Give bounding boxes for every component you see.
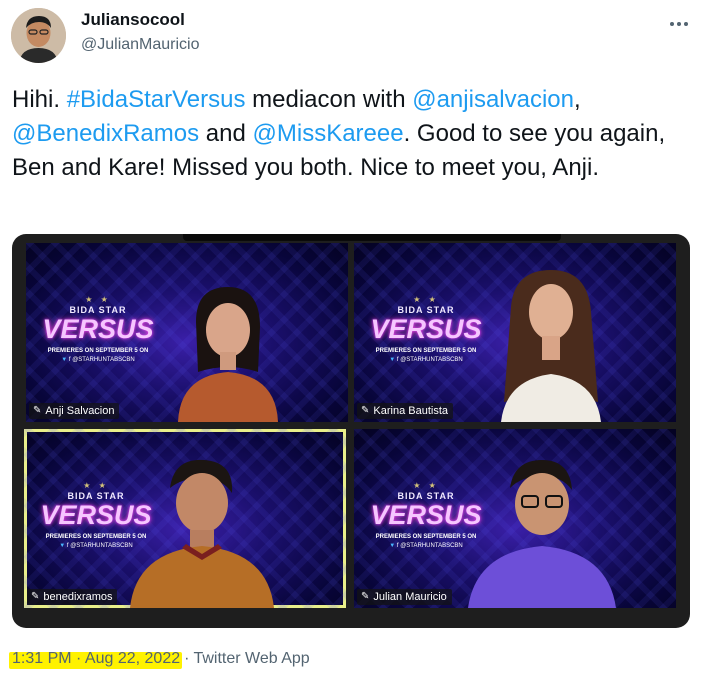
tweet-timestamp[interactable]: 1:31 PM · Aug 22, 2022 <box>8 650 183 669</box>
screen-notch <box>183 234 561 241</box>
participant-label: ✎ benedixramos <box>27 589 118 605</box>
mention-link-misskareee[interactable]: @MissKareee <box>253 120 404 147</box>
logo-premieres: PREMIERES ON SEPTEMBER 5 ON <box>375 348 477 354</box>
more-horizontal-icon <box>669 14 689 32</box>
tweet-text-part: mediacon with <box>245 86 413 113</box>
tweet-media-image[interactable]: ★ ★ BIDA STAR VERSUS PREMIERES ON SEPTEM… <box>12 234 690 628</box>
tweet-text-part: and <box>199 120 253 147</box>
pin-icon: ✎ <box>361 591 370 602</box>
tweet-text-part: Hihi. <box>12 86 67 113</box>
logo-socials: ▼ f @STARHUNTABSCBN <box>389 357 463 363</box>
metadata-separator: · <box>184 650 190 667</box>
logo-social-handle: @STARHUNTABSCBN <box>400 357 463 363</box>
mention-link-benedixramos[interactable]: @BenedixRamos <box>12 120 199 147</box>
more-options-button[interactable] <box>664 8 694 38</box>
tweet-source[interactable]: Twitter Web App <box>193 650 309 668</box>
author-name[interactable]: Juliansocool <box>81 10 185 30</box>
participant-name: benedixramos <box>43 591 113 603</box>
participant-video <box>501 270 601 422</box>
avatar[interactable] <box>11 8 66 63</box>
participant-label: ✎ Karina Bautista <box>357 403 453 419</box>
logo-stars: ★ ★ <box>85 295 111 304</box>
logo-stars: ★ ★ <box>413 295 439 304</box>
logo-versus: VERSUS <box>370 314 482 344</box>
logo-premieres: PREMIERES ON SEPTEMBER 5 ON <box>47 348 149 354</box>
participant-name: Anji Salvacion <box>45 405 115 417</box>
show-logo: ★ ★ BIDA STAR VERSUS PREMIERES ON SEPTEM… <box>40 295 156 363</box>
participant-label: ✎ Anji Salvacion <box>29 403 120 419</box>
pin-icon: ✎ <box>361 405 370 416</box>
tweet-metadata: 1:31 PM · Aug 22, 2022 · Twitter Web App <box>8 650 310 669</box>
participant-label: ✎ Julian Mauricio <box>357 589 452 605</box>
video-tile-benedix: ★ ★ BIDA STAR VERSUS PREMIERES ON SEPTEM… <box>24 429 346 608</box>
participant-name: Julian Mauricio <box>373 591 447 603</box>
tweet-text: Hihi. #BidaStarVersus mediacon with @anj… <box>12 83 692 185</box>
video-tile-anji: ★ ★ BIDA STAR VERSUS PREMIERES ON SEPTEM… <box>26 243 348 422</box>
video-tile-julian: ★ ★ BIDA STAR VERSUS PREMIERES ON SEPTEM… <box>354 429 676 608</box>
hashtag-link[interactable]: #BidaStarVersus <box>67 86 246 113</box>
participant-video <box>468 460 616 608</box>
tweet-text-part: , <box>574 86 581 113</box>
mention-link-anjisalvacion[interactable]: @anjisalvacion <box>412 86 574 113</box>
author-handle[interactable]: @JulianMauricio <box>81 36 200 54</box>
logo-social-handle: @STARHUNTABSCBN <box>400 543 463 549</box>
participant-name: Karina Bautista <box>373 405 448 417</box>
tweet: Juliansocool @JulianMauricio Hihi. #Bida… <box>0 0 718 682</box>
participant-video <box>178 287 278 422</box>
show-logo: ★ ★ BIDA STAR VERSUS PREMIERES ON SEPTEM… <box>368 295 484 363</box>
video-tile-karina: ★ ★ BIDA STAR VERSUS PREMIERES ON SEPTEM… <box>354 243 676 422</box>
pin-icon: ✎ <box>33 405 42 416</box>
participant-video <box>130 459 274 608</box>
logo-social-handle: @STARHUNTABSCBN <box>72 357 135 363</box>
logo-socials: ▼ f @STARHUNTABSCBN <box>61 357 135 363</box>
logo-versus: VERSUS <box>42 314 154 344</box>
pin-icon: ✎ <box>31 591 40 602</box>
